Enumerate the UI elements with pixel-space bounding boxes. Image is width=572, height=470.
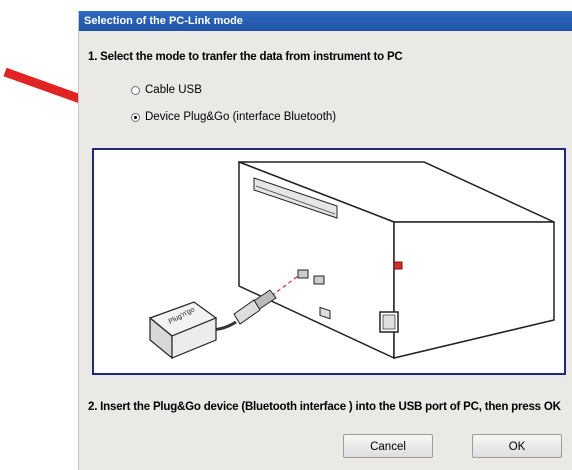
dialog-title: Selection of the PC-Link mode: [79, 11, 572, 31]
radio-label: Cable USB: [145, 84, 202, 96]
step1-instruction: 1. Select the mode to tranfer the data f…: [88, 51, 403, 63]
radio-plug-and-go[interactable]: Device Plug&Go (interface Bluetooth): [131, 111, 336, 123]
connection-illustration: Plug'n'go: [92, 148, 566, 375]
cancel-button[interactable]: Cancel: [343, 434, 433, 458]
radio-label: Device Plug&Go (interface Bluetooth): [145, 111, 337, 123]
radio-cable-usb[interactable]: Cable USB: [131, 84, 202, 96]
pc-link-dialog: Selection of the PC-Link mode 1. Select …: [78, 11, 572, 470]
step2-instruction: 2. Insert the Plug&Go device (Bluetooth …: [88, 401, 561, 413]
ok-button[interactable]: OK: [472, 434, 562, 458]
pc-usb-illustration: Plug'n'go: [148, 160, 555, 360]
radio-button-icon[interactable]: [131, 85, 140, 95]
radio-button-checked-icon[interactable]: [131, 112, 140, 122]
